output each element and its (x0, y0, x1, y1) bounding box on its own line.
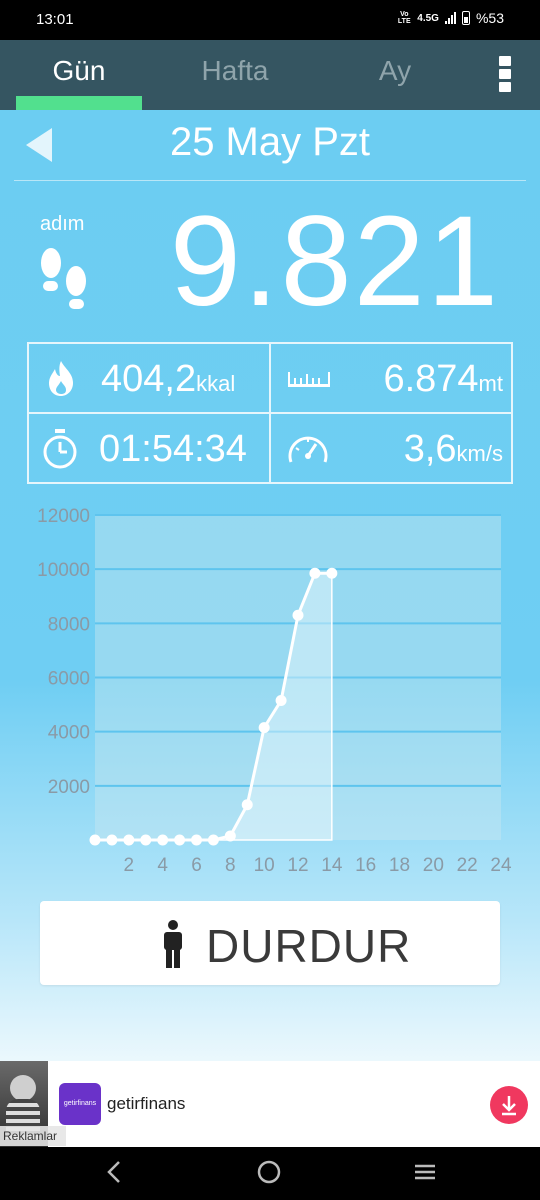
footprints-icon (41, 248, 86, 309)
y-tick-label: 8000 (48, 614, 90, 635)
chart-data-point (241, 799, 253, 811)
x-tick-label: 18 (389, 855, 410, 876)
steps-label: adım (40, 213, 85, 235)
system-nav-bar (0, 1147, 540, 1200)
calories-unit: kkal (196, 371, 236, 396)
distance-value: 6.874 (383, 358, 479, 400)
stopwatch-icon (43, 429, 77, 469)
battery-icon (461, 11, 470, 25)
main-content: 25 May Pzt adım 9.821 404,2kkal 6.874mt … (0, 110, 540, 1061)
chart-data-point (326, 567, 338, 579)
app-header: Gün Hafta Ay (0, 40, 540, 110)
chart-data-point (292, 609, 304, 621)
active-tab-indicator (16, 96, 142, 110)
overflow-menu-icon[interactable] (499, 56, 513, 96)
x-tick-label: 20 (423, 855, 444, 876)
chart-data-point (309, 567, 321, 579)
chart-data-point (89, 834, 101, 846)
x-tick-label: 8 (225, 855, 236, 876)
ruler-icon (288, 372, 330, 387)
fire-icon (49, 361, 73, 396)
chart-data-point (275, 695, 287, 707)
status-bar: 13:01 Vo LTE 4.5G %53 (0, 0, 540, 40)
tab-ay[interactable]: Ay (350, 40, 440, 110)
speed-unit: km/s (456, 441, 503, 466)
y-tick-label: 2000 (48, 777, 90, 798)
distance-unit: mt (478, 371, 503, 396)
speed-value: 3,6 (403, 428, 457, 470)
x-tick-label: 4 (157, 855, 168, 876)
signal-icon (444, 12, 456, 24)
x-tick-label: 24 (490, 855, 512, 876)
download-icon[interactable] (490, 1086, 528, 1124)
chart-data-point (157, 834, 169, 846)
stop-button[interactable]: DURDUR (40, 901, 500, 985)
chart-data-point (123, 834, 135, 846)
chart-data-point (191, 834, 202, 846)
steps-value: 9.821 (169, 190, 500, 333)
battery-percent: %53 (475, 10, 504, 26)
y-tick-label: 10000 (37, 560, 90, 581)
y-tick-label: 12000 (37, 506, 90, 527)
x-tick-label: 14 (321, 855, 343, 876)
duration-value: 01:54:34 (99, 428, 247, 470)
steps-chart: 200040006000800010000120002 4 6 8 10 12 14 16 18… (37, 506, 512, 876)
x-tick-label: 6 (191, 855, 202, 876)
tab-hafta[interactable]: Hafta (170, 40, 300, 110)
chart-data-point (106, 834, 118, 846)
calories-value: 404,2 (101, 358, 197, 400)
x-tick-label: 2 (124, 855, 135, 876)
stat-speed: 3,6km/s (271, 414, 515, 482)
ad-label: Reklamlar (0, 1126, 66, 1146)
chart-data-point (174, 834, 186, 846)
y-tick-label: 6000 (48, 669, 90, 690)
chart-data-point (140, 834, 152, 846)
x-tick-label: 10 (254, 855, 275, 876)
chart-data-point (207, 834, 219, 846)
stop-button-label: DURDUR (206, 920, 412, 972)
recents-icon[interactable] (412, 1159, 438, 1185)
network-type: 4.5G (417, 12, 439, 24)
stat-calories: 404,2kkal (29, 344, 269, 412)
stats-grid: 404,2kkal 6.874mt 01:54:34 3,6km/s (27, 342, 513, 484)
stat-distance: 6.874mt (271, 344, 515, 412)
back-icon[interactable] (104, 1159, 124, 1185)
x-tick-label: 22 (457, 855, 478, 876)
y-tick-label: 4000 (48, 723, 90, 744)
stat-duration: 01:54:34 (29, 414, 269, 482)
volte-indicator: Vo LTE (397, 11, 411, 25)
speedometer-icon (288, 436, 328, 463)
home-icon[interactable] (256, 1159, 282, 1185)
chart-data-point (258, 722, 270, 734)
ad-app-name[interactable]: getirfinans (107, 1094, 185, 1114)
date-title: 25 May Pzt (169, 120, 371, 164)
person-icon (164, 920, 182, 968)
chart-data-point (224, 830, 236, 842)
x-tick-label: 12 (287, 855, 308, 876)
divider (14, 180, 526, 181)
status-time: 13:01 (36, 11, 74, 28)
ad-logo[interactable]: getirfinans (59, 1083, 101, 1125)
x-tick-label: 16 (355, 855, 376, 876)
ad-banner[interactable]: Reklamlar getirfinans getirfinans (0, 1061, 540, 1147)
status-indicators: Vo LTE 4.5G %53 (397, 10, 504, 26)
